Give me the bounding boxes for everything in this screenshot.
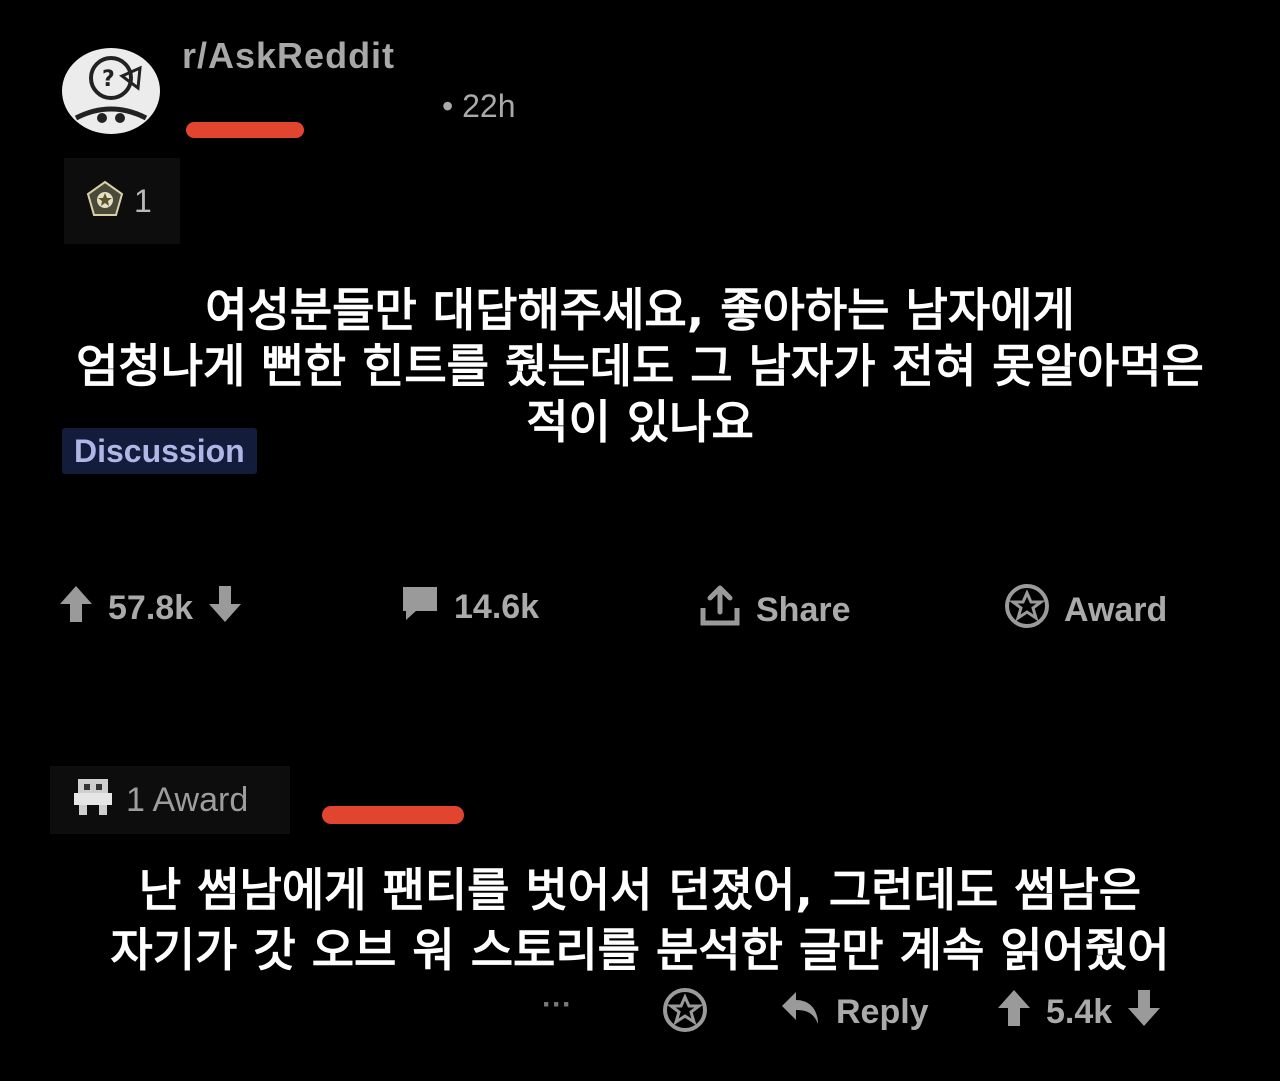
post-vote-count: 57.8k — [108, 589, 194, 627]
post-award-count: 1 — [134, 182, 152, 219]
svg-text:?: ? — [102, 67, 115, 92]
comment-vote-group: 5.4k — [996, 988, 1162, 1037]
award-star-icon — [1004, 584, 1050, 637]
award-label: Award — [1064, 591, 1168, 629]
post-vote-group: 57.8k — [58, 584, 243, 633]
subreddit-name[interactable]: r/AskReddit — [182, 38, 395, 72]
share-label: Share — [756, 591, 851, 629]
comment-caption: 난 썸남에게 팬티를 벗어서 던졌어, 그런데도 썸남은 자기가 갓 오브 워 … — [110, 863, 1170, 977]
comment-award-chip[interactable]: 1 Award — [50, 766, 290, 834]
comment-count: 14.6k — [454, 588, 540, 626]
subreddit-avatar[interactable]: ? — [62, 48, 160, 134]
username-redaction — [186, 122, 304, 138]
post-timestamp: • 22h — [442, 88, 516, 124]
comment-vote-count: 5.4k — [1046, 993, 1113, 1031]
comments-button[interactable]: 14.6k — [400, 584, 539, 631]
downvote-icon[interactable] — [1126, 988, 1162, 1037]
downvote-icon[interactable] — [207, 584, 243, 633]
comment-bubble-icon — [400, 584, 440, 631]
award-trophy-icon — [70, 775, 116, 826]
more-options-button[interactable]: ··· — [542, 988, 572, 1022]
comment-award-label: 1 Award — [126, 780, 249, 819]
comment-award-button[interactable] — [662, 988, 708, 1036]
share-button[interactable]: Share — [698, 584, 851, 637]
reply-button[interactable]: Reply — [778, 988, 929, 1037]
post-flair[interactable]: Discussion — [62, 428, 257, 474]
upvote-icon[interactable] — [58, 584, 94, 633]
reply-label: Reply — [836, 993, 929, 1031]
upvote-icon[interactable] — [996, 988, 1032, 1037]
award-medal-icon — [86, 180, 124, 222]
award-button[interactable]: Award — [1004, 584, 1167, 637]
post-title-caption: 여성분들만 대답해주세요, 좋아하는 남자에게 엄청나게 뻔한 힌트를 줬는데도… — [76, 283, 1204, 449]
reply-arrow-icon — [778, 988, 822, 1037]
post-award-chip[interactable]: 1 — [64, 158, 180, 244]
more-dots-label: ··· — [542, 988, 572, 1021]
award-star-icon — [662, 988, 708, 1036]
share-icon — [698, 584, 742, 637]
commenter-redaction — [322, 806, 464, 824]
